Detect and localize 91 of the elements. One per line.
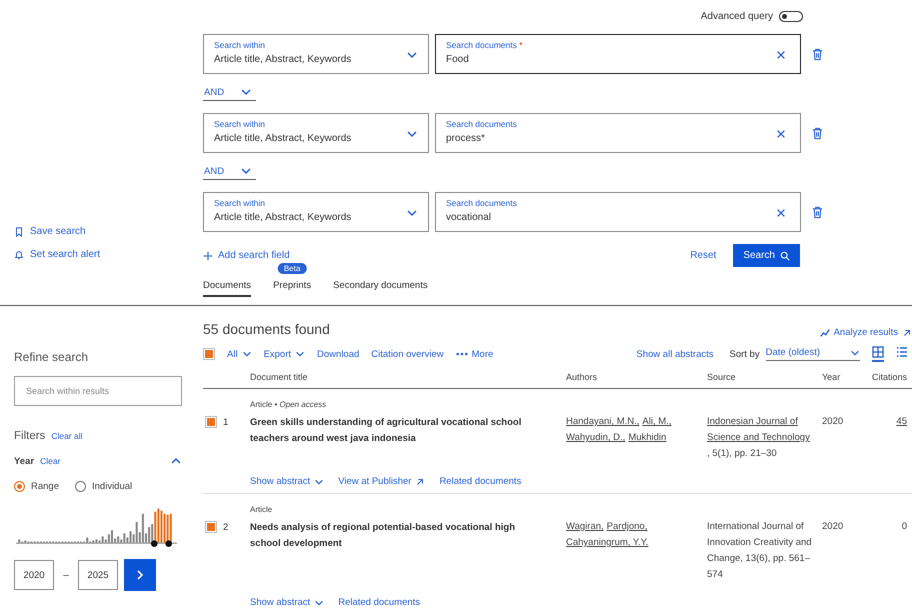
year-cell: 2020 bbox=[822, 416, 844, 427]
clear-icon[interactable] bbox=[776, 129, 786, 139]
document-action-link[interactable]: Related documents bbox=[338, 597, 420, 608]
tab[interactable]: Secondary documents bbox=[333, 280, 428, 297]
toolbar-link[interactable]: All bbox=[227, 348, 252, 360]
clear-icon[interactable] bbox=[776, 50, 786, 60]
row-checkbox[interactable] bbox=[205, 416, 217, 428]
view-toggle[interactable] bbox=[872, 346, 884, 362]
year-mode-radio[interactable]: Individual bbox=[75, 481, 132, 492]
line-chart-icon bbox=[820, 328, 830, 338]
toolbar-link[interactable]: Citation overview bbox=[371, 348, 444, 360]
advanced-query-toggle[interactable] bbox=[779, 10, 803, 22]
grid-icon bbox=[872, 346, 884, 358]
sort-by-label: Sort by bbox=[730, 348, 760, 360]
search-within-dropdown[interactable]: Search within Article title, Abstract, Keywords bbox=[203, 34, 429, 74]
more-icon bbox=[456, 352, 468, 356]
operator-dropdown[interactable]: AND bbox=[203, 86, 256, 101]
external-link-icon bbox=[902, 328, 912, 338]
select-all-checkbox[interactable] bbox=[203, 348, 215, 360]
clear-year-link[interactable]: Clear bbox=[40, 456, 60, 466]
citations-link[interactable]: 45 bbox=[896, 416, 907, 427]
source-details: , 5(1), pp. 21–30 bbox=[707, 447, 778, 461]
plus-icon bbox=[203, 250, 213, 260]
results-count: 55 documents found bbox=[203, 320, 330, 336]
beta-badge: Beta bbox=[278, 263, 306, 274]
column-header: Citations bbox=[870, 372, 907, 382]
trash-icon[interactable] bbox=[812, 48, 823, 60]
toolbar-link[interactable]: Download bbox=[317, 348, 360, 360]
document-action-link[interactable]: View at Publisher bbox=[338, 476, 426, 487]
search-documents-field[interactable]: Search documents * Food bbox=[435, 34, 801, 74]
search-documents-field[interactable]: Search documents process* bbox=[435, 113, 801, 153]
chevron-down-icon bbox=[242, 349, 252, 359]
source-details: International Journal of Innovation Creativity and Change, 13(6), pp. 561–574 bbox=[707, 520, 813, 582]
author-link[interactable]: Ali, M., bbox=[642, 414, 672, 430]
operator-dropdown[interactable]: AND bbox=[203, 165, 256, 180]
search-icon bbox=[780, 250, 790, 260]
document-title-link[interactable]: Green skills understanding of agricultural vocational school teachers around west java indonesia bbox=[250, 415, 566, 447]
sort-dropdown[interactable]: Date (oldest) bbox=[766, 347, 860, 361]
trash-icon[interactable] bbox=[812, 206, 823, 218]
tab[interactable]: Documents bbox=[203, 280, 252, 297]
source-link[interactable]: Indonesian Journal of Science and Technology bbox=[707, 414, 822, 446]
range-dash: – bbox=[62, 570, 70, 580]
column-header: Year bbox=[822, 372, 842, 382]
row-checkbox[interactable] bbox=[205, 521, 217, 533]
row-number: 2 bbox=[223, 522, 228, 532]
bookmark-icon bbox=[14, 226, 24, 236]
side-action-link[interactable]: Set search alert bbox=[14, 249, 100, 260]
side-action-link[interactable]: Save search bbox=[14, 226, 86, 237]
clear-all-link[interactable]: Clear all bbox=[51, 431, 82, 441]
document-title-link[interactable]: Needs analysis of regional potential-based vocational high school development bbox=[250, 520, 566, 552]
add-search-field-link[interactable]: Add search field bbox=[203, 250, 290, 261]
toolbar-link[interactable]: More bbox=[456, 348, 494, 360]
search-within-dropdown[interactable]: Search within Article title, Abstract, Keywords bbox=[203, 192, 429, 232]
reset-link[interactable]: Reset bbox=[690, 250, 716, 261]
year-cell: 2020 bbox=[822, 521, 844, 532]
document-type: Article • Open access bbox=[250, 400, 328, 409]
column-header: Authors bbox=[566, 372, 598, 382]
trash-icon[interactable] bbox=[812, 126, 823, 140]
filters-heading: Filters bbox=[14, 430, 46, 442]
column-header: Source bbox=[707, 372, 737, 382]
document-action-link[interactable]: Show abstract bbox=[250, 597, 324, 608]
author-link[interactable]: Pardjono, bbox=[606, 519, 648, 535]
citations-count: 0 bbox=[902, 521, 907, 532]
clear-icon[interactable] bbox=[776, 208, 786, 218]
refine-search-heading: Refine search bbox=[14, 350, 90, 364]
author-link[interactable]: Wahyudin, D., bbox=[566, 430, 626, 446]
external-link-icon bbox=[415, 476, 426, 486]
search-within-results-field[interactable]: Search within results bbox=[14, 376, 182, 406]
document-action-link[interactable]: Show abstract bbox=[250, 476, 324, 487]
year-from-field[interactable]: 2020 bbox=[14, 560, 54, 590]
analyze-results-link[interactable]: Analyze results bbox=[820, 327, 912, 338]
row-number: 1 bbox=[223, 416, 228, 428]
search-button[interactable]: Search bbox=[733, 244, 800, 267]
column-header: Document title bbox=[250, 372, 309, 382]
document-type: Article bbox=[250, 505, 274, 514]
chevron-down-icon bbox=[295, 349, 306, 359]
year-filter-heading: Year bbox=[14, 456, 34, 466]
show-all-abstracts-link[interactable]: Show all abstracts bbox=[636, 348, 714, 360]
year-to-field[interactable]: 2025 bbox=[78, 560, 118, 590]
bell-icon bbox=[14, 250, 24, 260]
year-mode-radio[interactable]: Range bbox=[14, 481, 59, 492]
document-action-link[interactable]: Related documents bbox=[439, 476, 522, 487]
search-documents-field[interactable]: Search documents vocational bbox=[435, 192, 801, 232]
author-link[interactable]: Wagiran, bbox=[566, 519, 604, 535]
author-link[interactable]: Mukhidin bbox=[628, 430, 666, 446]
author-link[interactable]: Handayani, M.N., bbox=[566, 414, 640, 430]
list-icon bbox=[896, 346, 908, 358]
author-link[interactable]: Cahyaningrum, Y.Y. bbox=[566, 535, 648, 551]
search-within-dropdown[interactable]: Search within Article title, Abstract, Keywords bbox=[203, 113, 429, 153]
advanced-query-label: Advanced query bbox=[700, 10, 773, 22]
toolbar-link[interactable]: Export bbox=[264, 348, 306, 360]
